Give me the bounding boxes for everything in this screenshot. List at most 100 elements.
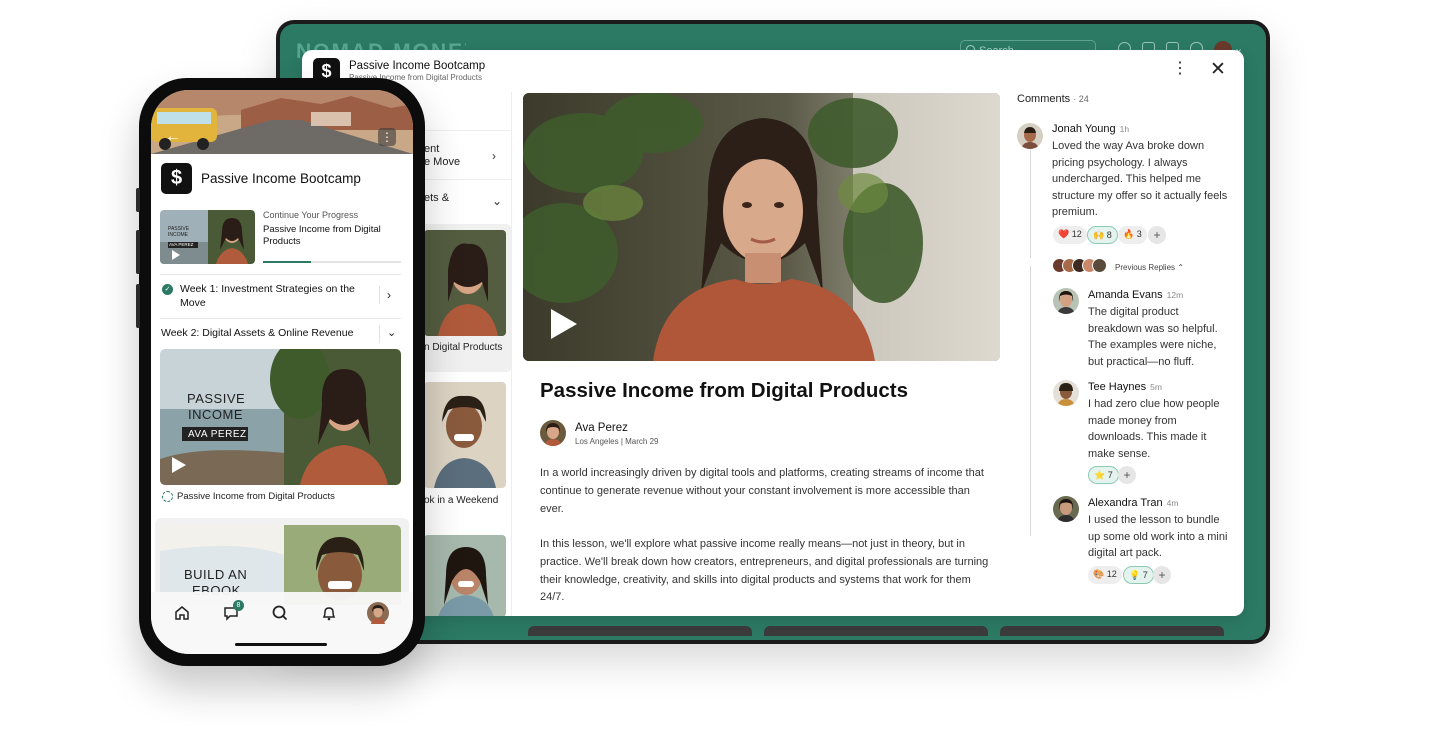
incomplete-status-icon — [162, 491, 173, 502]
lightbulb-icon: 💡 — [1129, 570, 1141, 580]
avatar[interactable] — [1053, 288, 1079, 314]
reaction-heart[interactable]: ❤️ 12 — [1053, 226, 1087, 244]
more-options-icon[interactable]: ⋮ — [1172, 61, 1188, 77]
avatar[interactable] — [1017, 123, 1043, 149]
modal-course-title: Passive Income Bootcamp — [349, 60, 486, 72]
comment-author[interactable]: Alexandra Tran 4m — [1088, 497, 1178, 509]
comment-author[interactable]: Amanda Evans 12m — [1088, 289, 1183, 301]
lesson-card[interactable]: PASSIVE INCOME AVA PEREZ — [160, 349, 401, 485]
add-reaction-button[interactable]: + — [1118, 466, 1136, 484]
comment-author[interactable]: Tee Haynes 5m — [1088, 381, 1162, 393]
card-title: PASSIVE — [187, 391, 246, 406]
lesson-thumbnail — [424, 535, 506, 616]
add-reaction-button[interactable]: + — [1153, 566, 1171, 584]
continue-label: Continue Your Progress — [263, 210, 359, 220]
search-icon[interactable] — [271, 604, 289, 622]
author-name[interactable]: Ava Perez — [575, 422, 628, 434]
card-name-tag: AVA PEREZ — [188, 429, 247, 440]
avatar[interactable] — [367, 602, 389, 624]
module-week-1[interactable]: Week 1: Investment Strategies on the Mov… — [180, 283, 360, 310]
comment-author-name: Tee Haynes — [1088, 381, 1147, 393]
avatar[interactable] — [540, 420, 566, 446]
lesson-caption: Passive Income from Digital Products — [177, 491, 335, 502]
phone-side-button — [136, 230, 140, 274]
reaction-count: 12 — [1106, 569, 1117, 579]
home-icon[interactable] — [173, 604, 191, 622]
chevron-right-icon: › — [492, 149, 496, 163]
raised-hands-icon: 🙌 — [1093, 230, 1105, 240]
lesson-thumbnail — [1000, 626, 1224, 636]
bell-icon[interactable] — [320, 604, 338, 622]
avatar[interactable] — [1053, 496, 1079, 522]
module-label: ent e Move — [424, 143, 461, 168]
previous-replies-label: Previous Replies — [1115, 263, 1176, 272]
lesson-video-player[interactable] — [523, 93, 1000, 361]
add-reaction-button[interactable]: + — [1148, 226, 1166, 244]
comment-time: 12m — [1166, 290, 1184, 300]
reaction-count: 3 — [1136, 229, 1142, 239]
lesson-paragraph: In a world increasingly driven by digita… — [540, 467, 984, 515]
reaction-count: 7 — [1142, 570, 1148, 580]
lesson-thumbnail — [424, 382, 506, 488]
chevron-up-icon: ⌃ — [1177, 263, 1184, 272]
comment-time: 1h — [1119, 124, 1130, 134]
comment-text: The digital product breakdown was so hel… — [1088, 306, 1218, 368]
more-options-icon[interactable]: ⋮ — [378, 128, 396, 146]
chevron-right-icon[interactable]: › — [387, 288, 391, 302]
reaction-palette[interactable]: 🎨 12 — [1088, 566, 1122, 584]
course-title: Passive Income Bootcamp — [201, 171, 361, 186]
course-hero-image: ← ⋮ — [151, 90, 413, 154]
comment-time: 5m — [1150, 382, 1162, 392]
phone-side-button — [136, 188, 140, 212]
module-week-2[interactable]: Week 2: Digital Assets & Online Revenue — [161, 327, 353, 339]
divider — [160, 318, 401, 319]
reaction-fire[interactable]: 🔥 3 — [1118, 226, 1147, 244]
progress-fill — [263, 261, 312, 263]
mobile-phone: ← ⋮ $ Passive Income Bootcamp PASSIVE IN… — [136, 78, 425, 666]
avatar[interactable] — [1053, 380, 1079, 406]
comment-text: I used the lesson to bundle up some old … — [1088, 514, 1228, 559]
background-lesson-thumbnails — [528, 626, 1228, 636]
lesson-title: Passive Income from Digital Products — [540, 379, 908, 402]
notification-badge: 8 — [233, 600, 244, 611]
comment-author-name: Jonah Young — [1052, 123, 1116, 135]
divider — [160, 274, 401, 275]
lesson-thumbnail — [424, 230, 506, 336]
comment-time: 4m — [1166, 498, 1179, 508]
comment-text: I had zero clue how people made money fr… — [1088, 398, 1220, 460]
comment-author[interactable]: Jonah Young 1h — [1052, 123, 1129, 135]
comments-label: Comments — [1017, 93, 1071, 105]
comment-author-name: Alexandra Tran — [1088, 497, 1163, 509]
play-icon[interactable] — [551, 309, 577, 339]
continue-lesson-title[interactable]: Passive Income from Digital Products — [263, 224, 398, 248]
comment-text: Loved the way Ava broke down pricing psy… — [1052, 140, 1228, 218]
reaction-bulb[interactable]: 💡 7 — [1123, 566, 1154, 584]
comment-author-name: Amanda Evans — [1088, 289, 1163, 301]
divider — [379, 286, 380, 304]
heart-icon: ❤️ — [1058, 229, 1070, 239]
reaction-count: 12 — [1071, 229, 1082, 239]
reaction-count: 7 — [1107, 470, 1113, 480]
previous-replies-toggle[interactable]: Previous Replies ⌃ — [1115, 263, 1184, 272]
fire-icon: 🔥 — [1123, 229, 1135, 239]
close-icon[interactable]: ✕ — [1210, 60, 1226, 80]
reaction-raised-hands[interactable]: 🙌 8 — [1087, 226, 1118, 244]
lesson-thumbnail — [764, 626, 988, 636]
course-logo: $ — [161, 163, 192, 194]
lesson-paragraph: In this lesson, we'll explore what passi… — [540, 538, 989, 604]
phone-side-button — [136, 284, 140, 328]
star-icon: ⭐ — [1094, 470, 1106, 480]
back-arrow-icon[interactable]: ← — [165, 128, 183, 146]
thumb-title: PASSIVE INCOME — [168, 226, 190, 238]
chevron-down-icon: ⌄ — [492, 194, 503, 208]
reaction-star[interactable]: ⭐ 7 — [1088, 466, 1119, 484]
module-label: ets & — [424, 192, 450, 204]
lesson-caption: n Digital Products — [424, 342, 503, 353]
chevron-down-icon[interactable]: ⌄ — [387, 326, 396, 339]
divider — [379, 325, 380, 343]
card-title: BUILD AN — [184, 567, 248, 582]
thumb-name-tag: AVA PEREZ — [169, 242, 194, 247]
comments-count: 24 — [1078, 94, 1089, 104]
continue-lesson-thumbnail[interactable]: PASSIVE INCOME AVA PEREZ — [160, 210, 255, 264]
thread-line — [1030, 266, 1031, 536]
